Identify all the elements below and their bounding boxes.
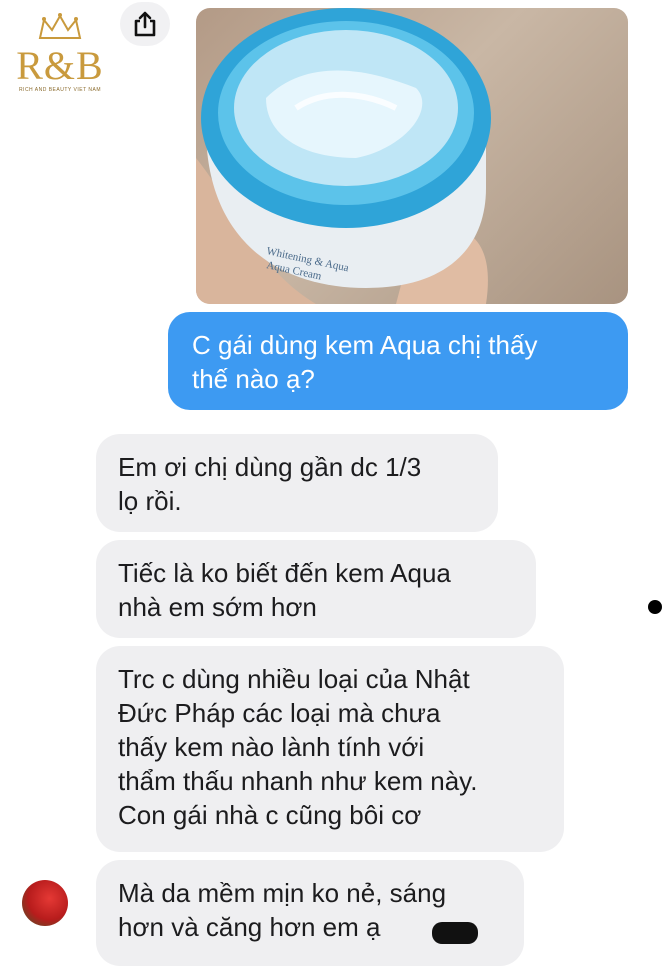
- crown-icon: [38, 13, 82, 39]
- redaction-mark: [432, 922, 478, 944]
- logo-text: R&B: [16, 43, 104, 88]
- share-button[interactable]: [120, 2, 170, 46]
- cream-jar-image: Whitening & Aqua Aqua Cream: [196, 8, 491, 304]
- unread-dot-indicator: [648, 600, 662, 614]
- share-icon: [134, 11, 156, 37]
- photo-attachment[interactable]: Whitening & Aqua Aqua Cream: [196, 8, 628, 304]
- sender-avatar[interactable]: [22, 880, 68, 926]
- incoming-message[interactable]: Em ơi chị dùng gần dc 1/3 lọ rồi.: [96, 434, 498, 532]
- logo-tagline: RICH AND BEAUTY VIET NAM: [18, 87, 102, 93]
- incoming-message[interactable]: Mà da mềm mịn ko nẻ, sáng hơn và căng hơ…: [96, 860, 524, 966]
- incoming-message[interactable]: Tiếc là ko biết đến kem Aqua nhà em sớm …: [96, 540, 536, 638]
- brand-logo: R&B RICH AND BEAUTY VIET NAM: [10, 12, 110, 102]
- incoming-message[interactable]: Trc c dùng nhiều loại của Nhật Đức Pháp …: [96, 646, 564, 852]
- outgoing-message[interactable]: C gái dùng kem Aqua chị thấy thế nào ạ?: [168, 312, 628, 410]
